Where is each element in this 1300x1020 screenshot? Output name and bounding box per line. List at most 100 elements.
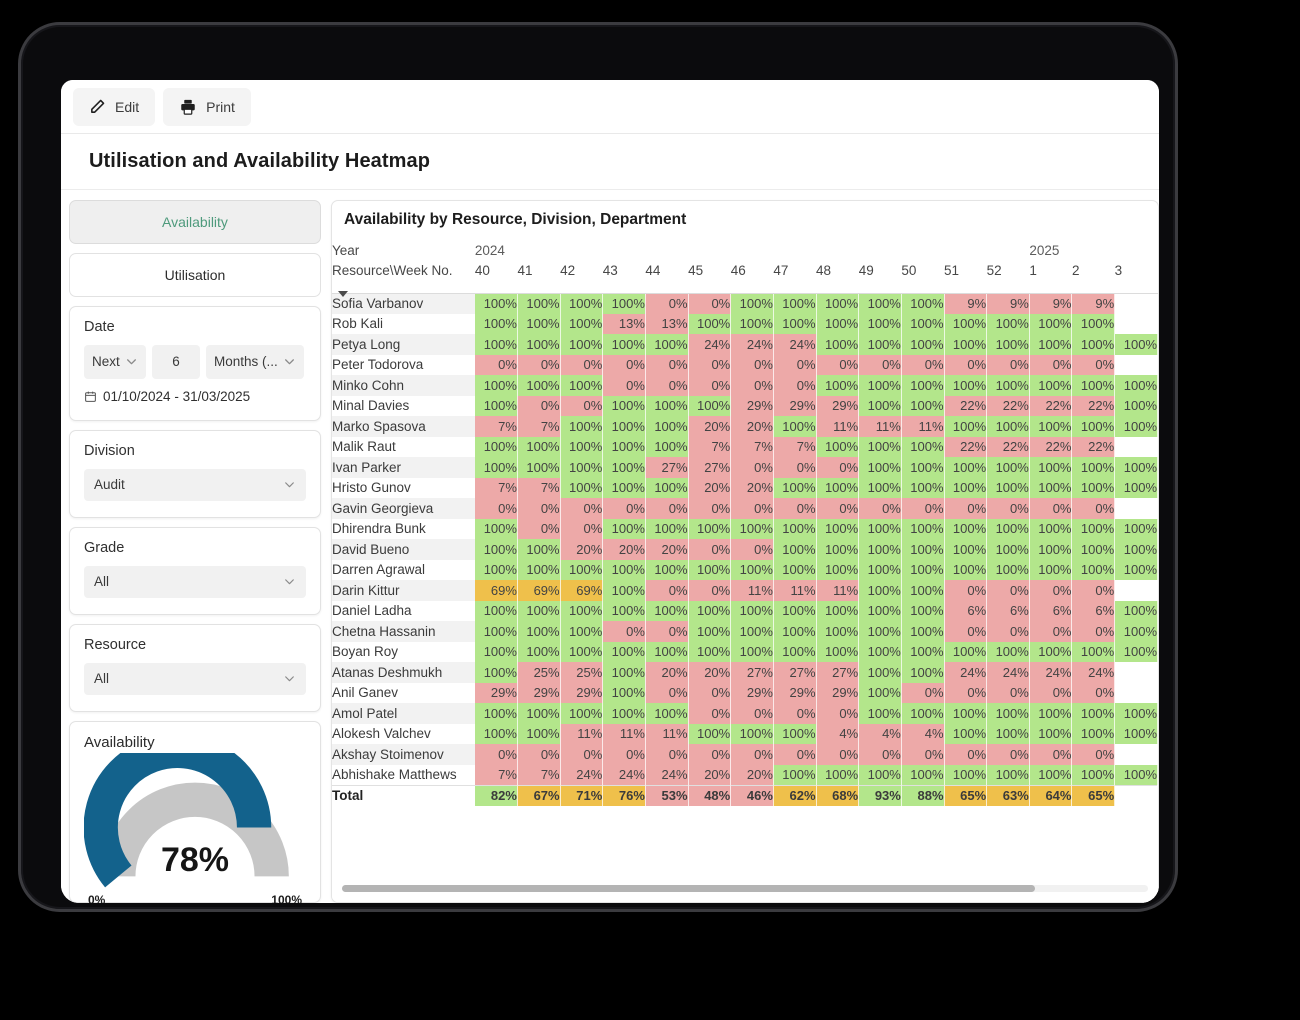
- heatmap-cell[interactable]: 65%: [1072, 785, 1115, 806]
- heatmap-cell[interactable]: 0%: [816, 744, 859, 765]
- heatmap-cell[interactable]: 82%: [475, 785, 518, 806]
- heatmap-cell[interactable]: 100%: [560, 437, 603, 458]
- heatmap-cell[interactable]: 0%: [560, 498, 603, 519]
- heatmap-cell[interactable]: 0%: [688, 498, 731, 519]
- heatmap-cell[interactable]: 0%: [1029, 498, 1072, 519]
- heatmap-cell[interactable]: 0%: [645, 683, 688, 704]
- resource-name-cell[interactable]: Darren Agrawal: [332, 560, 475, 581]
- heatmap-cell[interactable]: 4%: [816, 724, 859, 745]
- heatmap-cell[interactable]: 100%: [603, 416, 646, 437]
- heatmap-cell[interactable]: 0%: [1029, 621, 1072, 642]
- resource-name-cell[interactable]: Daniel Ladha: [332, 601, 475, 622]
- heatmap-cell[interactable]: 100%: [688, 560, 731, 581]
- heatmap-cell[interactable]: 100%: [816, 560, 859, 581]
- heatmap-cell[interactable]: 100%: [560, 601, 603, 622]
- resource-name-cell[interactable]: Sofia Varbanov: [332, 293, 475, 314]
- heatmap-cell[interactable]: 100%: [1029, 314, 1072, 335]
- heatmap-cell[interactable]: 100%: [475, 457, 518, 478]
- week-column-header[interactable]: 41: [517, 263, 560, 293]
- heatmap-cell[interactable]: 29%: [816, 396, 859, 417]
- resource-name-cell[interactable]: Marko Spasova: [332, 416, 475, 437]
- heatmap-cell[interactable]: 0%: [517, 519, 560, 540]
- heatmap-cell[interactable]: 11%: [645, 724, 688, 745]
- heatmap-cell[interactable]: 100%: [816, 765, 859, 786]
- heatmap-cell[interactable]: 100%: [475, 396, 518, 417]
- heatmap-cell[interactable]: 100%: [475, 314, 518, 335]
- heatmap-cell[interactable]: 20%: [731, 478, 774, 499]
- heatmap-cell[interactable]: 100%: [1029, 765, 1072, 786]
- heatmap-cell[interactable]: 7%: [475, 478, 518, 499]
- heatmap-cell[interactable]: 100%: [987, 703, 1030, 724]
- heatmap-cell[interactable]: 100%: [816, 478, 859, 499]
- heatmap-cell[interactable]: 0%: [816, 355, 859, 376]
- heatmap-cell[interactable]: 100%: [1029, 478, 1072, 499]
- heatmap-cell[interactable]: 11%: [560, 724, 603, 745]
- heatmap-cell[interactable]: 20%: [731, 765, 774, 786]
- heatmap-cell[interactable]: 100%: [901, 539, 944, 560]
- heatmap-cell[interactable]: 100%: [901, 560, 944, 581]
- heatmap-cell[interactable]: 0%: [603, 621, 646, 642]
- heatmap-cell[interactable]: 100%: [688, 396, 731, 417]
- heatmap-cell[interactable]: 100%: [475, 293, 518, 314]
- heatmap-cell[interactable]: 100%: [901, 642, 944, 663]
- heatmap-cell[interactable]: 100%: [603, 703, 646, 724]
- heatmap-cell[interactable]: 100%: [731, 293, 774, 314]
- sort-descending-icon[interactable]: [338, 291, 348, 297]
- heatmap-cell[interactable]: 29%: [731, 396, 774, 417]
- week-column-header[interactable]: 1: [1029, 263, 1072, 293]
- heatmap-cell[interactable]: 0%: [603, 375, 646, 396]
- heatmap-cell[interactable]: 0%: [816, 703, 859, 724]
- heatmap-cell[interactable]: 100%: [944, 314, 987, 335]
- heatmap-cell[interactable]: 24%: [1072, 662, 1115, 683]
- heatmap-cell[interactable]: 0%: [603, 498, 646, 519]
- heatmap-cell[interactable]: 100%: [475, 375, 518, 396]
- heatmap-cell[interactable]: 100%: [1072, 642, 1115, 663]
- heatmap-cell[interactable]: 20%: [688, 765, 731, 786]
- heatmap-cell[interactable]: 100%: [560, 478, 603, 499]
- heatmap-cell[interactable]: 100%: [517, 457, 560, 478]
- heatmap-cell[interactable]: 100%: [731, 519, 774, 540]
- heatmap-cell[interactable]: 100%: [901, 314, 944, 335]
- heatmap-cell[interactable]: 100%: [944, 416, 987, 437]
- heatmap-cell[interactable]: 100%: [475, 539, 518, 560]
- heatmap-cell[interactable]: 100%: [688, 621, 731, 642]
- week-column-header[interactable]: 46: [731, 263, 774, 293]
- heatmap-cell[interactable]: [1115, 437, 1158, 458]
- heatmap-cell[interactable]: 29%: [816, 683, 859, 704]
- resource-name-cell[interactable]: David Bueno: [332, 539, 475, 560]
- heatmap-cell[interactable]: 29%: [475, 683, 518, 704]
- week-column-header[interactable]: 43: [603, 263, 646, 293]
- heatmap-cell[interactable]: 100%: [944, 539, 987, 560]
- heatmap-cell[interactable]: 4%: [859, 724, 902, 745]
- heatmap-cell[interactable]: 100%: [475, 662, 518, 683]
- heatmap-cell[interactable]: 0%: [901, 683, 944, 704]
- heatmap-cell[interactable]: 27%: [731, 662, 774, 683]
- heatmap-cell[interactable]: 0%: [1029, 744, 1072, 765]
- heatmap-cell[interactable]: 24%: [603, 765, 646, 786]
- heatmap-cell[interactable]: 100%: [987, 334, 1030, 355]
- heatmap-cell[interactable]: 6%: [987, 601, 1030, 622]
- heatmap-cell[interactable]: 100%: [475, 642, 518, 663]
- heatmap-cell[interactable]: 93%: [859, 785, 902, 806]
- heatmap-cell[interactable]: 7%: [773, 437, 816, 458]
- resource-select[interactable]: All: [84, 663, 306, 695]
- heatmap-cell[interactable]: 100%: [731, 642, 774, 663]
- heatmap-cell[interactable]: 100%: [859, 642, 902, 663]
- heatmap-cell[interactable]: 0%: [1029, 355, 1072, 376]
- heatmap-cell[interactable]: 24%: [688, 334, 731, 355]
- heatmap-cell[interactable]: 68%: [816, 785, 859, 806]
- week-column-header[interactable]: 45: [688, 263, 731, 293]
- week-column-header[interactable]: 48: [816, 263, 859, 293]
- heatmap-cell[interactable]: 13%: [603, 314, 646, 335]
- heatmap-cell[interactable]: 100%: [1072, 416, 1115, 437]
- heatmap-cell[interactable]: 0%: [560, 519, 603, 540]
- heatmap-cell[interactable]: 24%: [987, 662, 1030, 683]
- heatmap-cell[interactable]: 100%: [987, 560, 1030, 581]
- heatmap-cell[interactable]: 0%: [731, 498, 774, 519]
- heatmap-cell[interactable]: 25%: [560, 662, 603, 683]
- heatmap-cell[interactable]: 100%: [645, 334, 688, 355]
- heatmap-cell[interactable]: 100%: [517, 621, 560, 642]
- week-column-header[interactable]: 47: [773, 263, 816, 293]
- heatmap-cell[interactable]: 100%: [944, 642, 987, 663]
- heatmap-cell[interactable]: 0%: [645, 621, 688, 642]
